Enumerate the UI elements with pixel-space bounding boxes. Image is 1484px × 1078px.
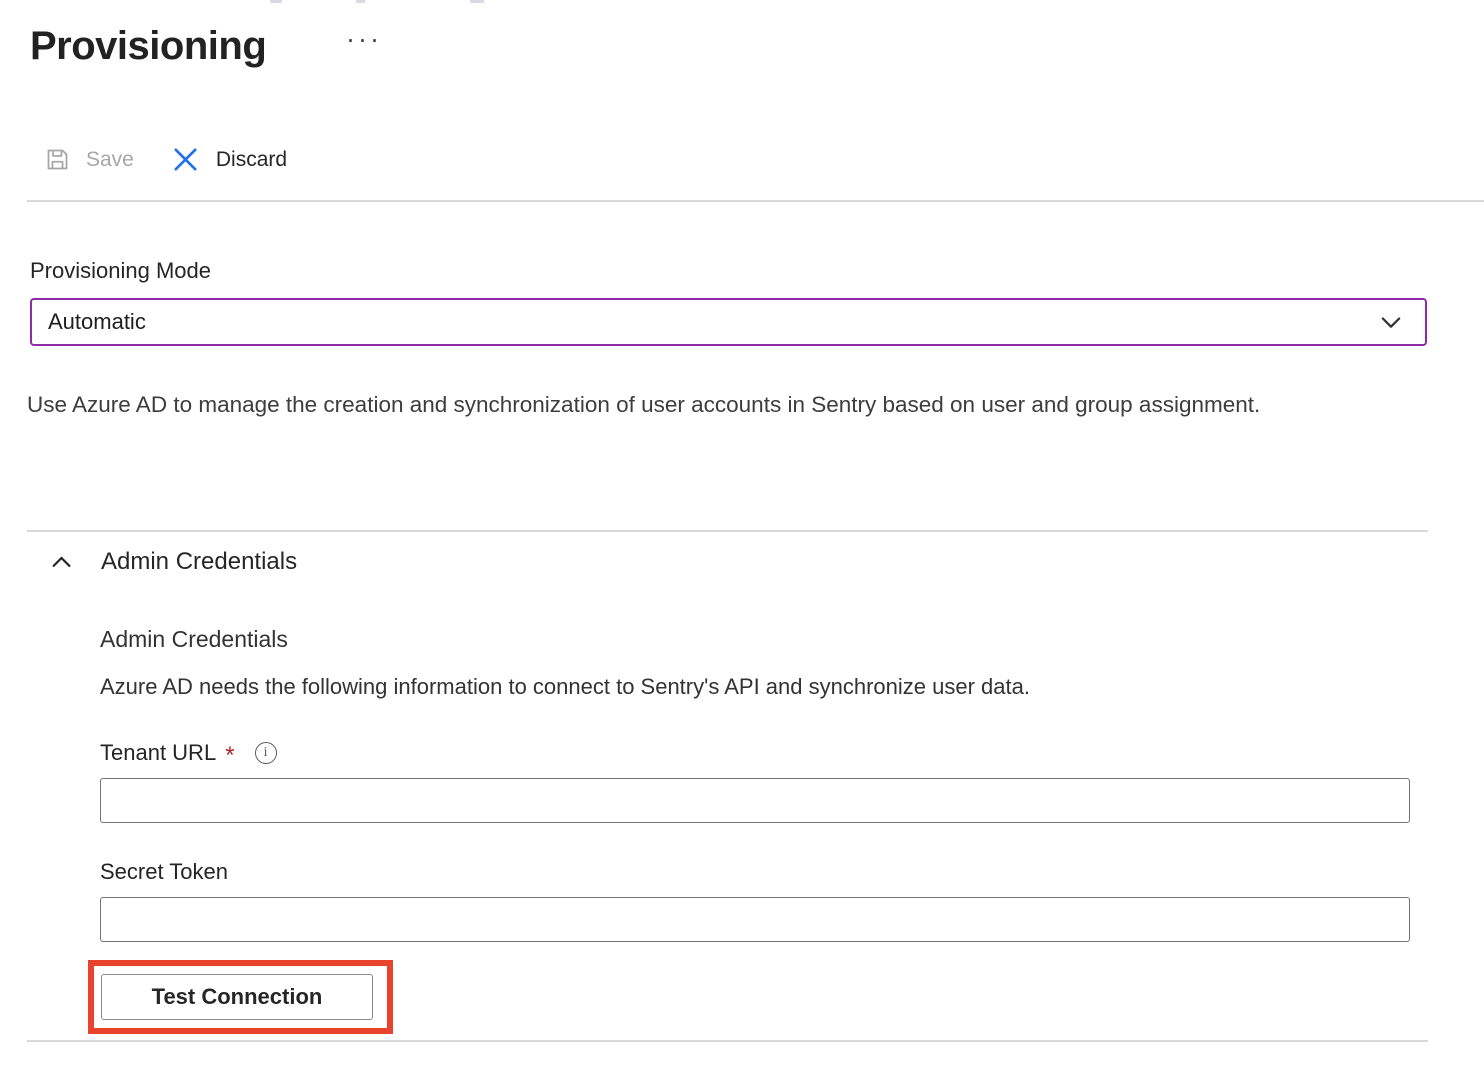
save-icon [44, 146, 71, 173]
save-button[interactable]: Save [44, 146, 134, 173]
save-label: Save [86, 148, 134, 172]
toolbar-divider [27, 200, 1484, 202]
admin-credentials-section-title: Admin Credentials [101, 548, 297, 576]
clipped-top-text-remnant [356, 0, 365, 3]
provisioning-mode-label: Provisioning Mode [30, 258, 211, 284]
section-divider [27, 530, 1428, 532]
clipped-top-text-remnant [470, 0, 484, 3]
provisioning-mode-select[interactable]: Automatic [30, 298, 1427, 346]
discard-label: Discard [216, 148, 287, 172]
required-asterisk: * [225, 744, 234, 768]
admin-credentials-description: Azure AD needs the following information… [100, 674, 1030, 700]
more-options-icon[interactable]: ··· [346, 26, 382, 53]
page-title: Provisioning [30, 24, 266, 69]
secret-token-input[interactable] [100, 897, 1410, 942]
discard-button[interactable]: Discard [170, 144, 287, 175]
secret-token-label: Secret Token [100, 859, 228, 885]
chevron-down-icon [1377, 308, 1405, 336]
admin-credentials-heading: Admin Credentials [100, 626, 288, 653]
admin-credentials-section-toggle[interactable]: Admin Credentials [48, 548, 297, 576]
tenant-url-label-row: Tenant URL * i [100, 740, 277, 766]
tenant-url-label: Tenant URL [100, 740, 216, 766]
test-connection-button[interactable]: Test Connection [101, 974, 373, 1020]
clipped-top-text-remnant [270, 0, 282, 3]
provisioning-mode-description: Use Azure AD to manage the creation and … [27, 384, 1337, 425]
command-bar: Save Discard [44, 144, 287, 175]
close-icon [170, 144, 201, 175]
provisioning-page: Provisioning ··· Save Discard Provisioni… [0, 0, 1484, 1078]
bottom-divider [27, 1040, 1428, 1042]
chevron-up-icon [48, 549, 75, 576]
provisioning-mode-value: Automatic [48, 309, 146, 335]
secret-token-label-row: Secret Token [100, 859, 228, 885]
info-icon[interactable]: i [255, 742, 277, 764]
tenant-url-input[interactable] [100, 778, 1410, 823]
